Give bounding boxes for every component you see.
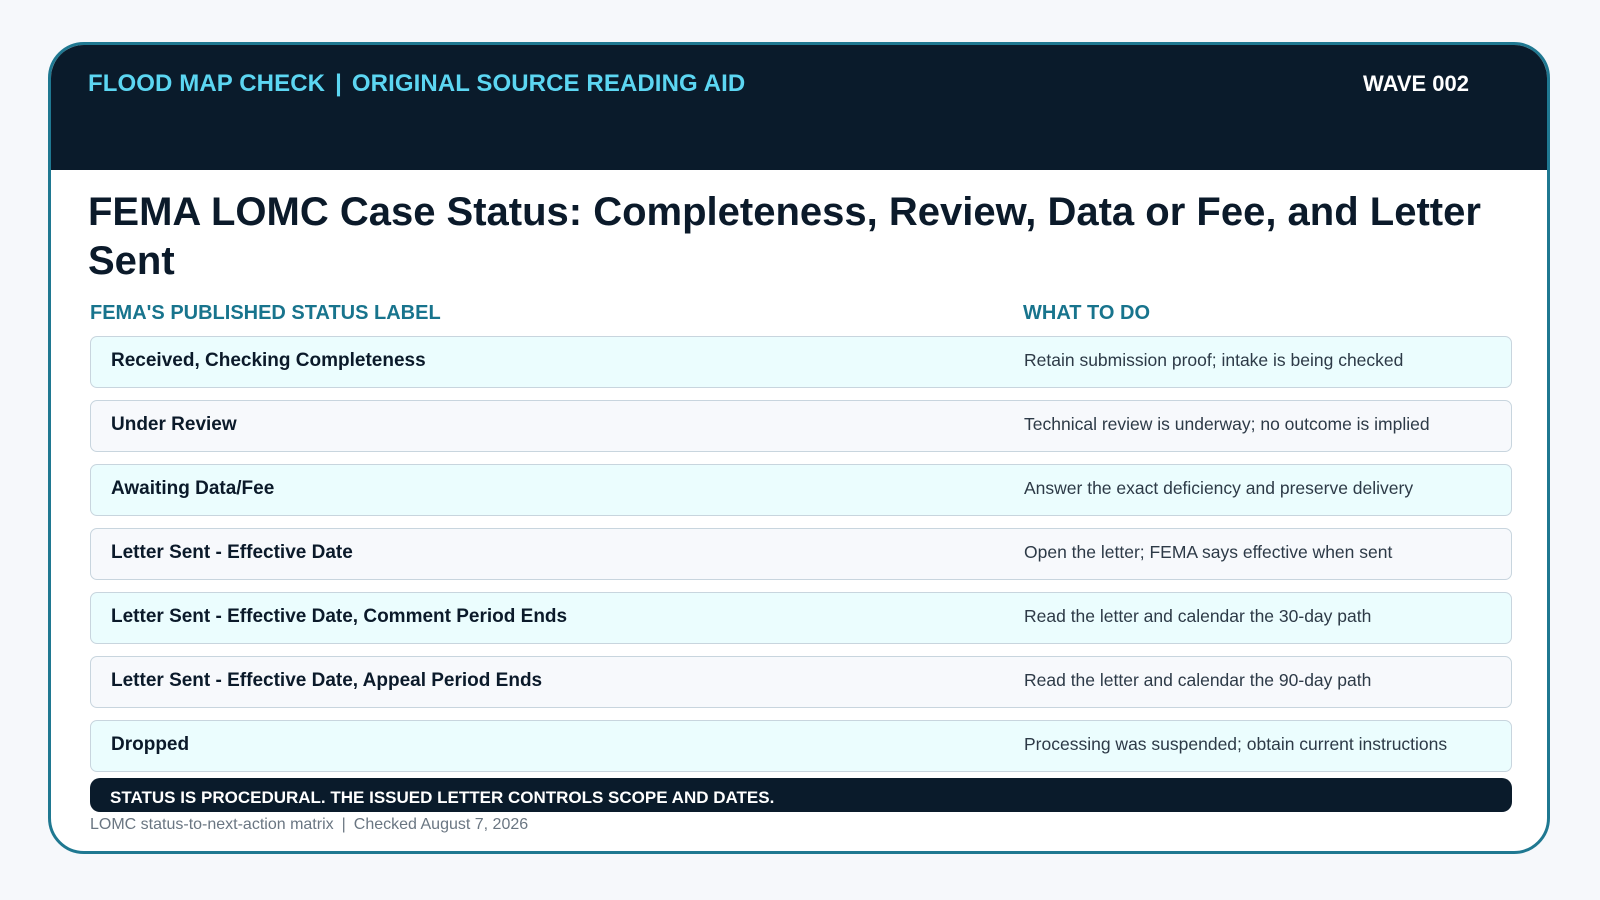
wave-label: WAVE 002 (1363, 71, 1469, 96)
header-bar: FLOOD MAP CHECK | ORIGINAL SOURCE READING … (51, 45, 1547, 170)
status-label: Letter Sent - Effective Date (111, 542, 353, 563)
status-label: Received, Checking Completeness (111, 350, 426, 371)
table-row: Received, Checking Completeness Retain s… (90, 336, 1512, 388)
header-separator: | (335, 70, 342, 97)
table-row: Awaiting Data/Fee Answer the exact defic… (90, 464, 1512, 516)
footer-left: LOMC status-to-next-action matrix (90, 816, 334, 833)
document-card: FLOOD MAP CHECK | ORIGINAL SOURCE READING … (48, 42, 1550, 854)
action-text: Retain submission proof; intake is being… (1024, 350, 1404, 370)
action-text: Processing was suspended; obtain current… (1024, 734, 1448, 754)
action-text: Answer the exact deficiency and preserve… (1024, 478, 1414, 498)
status-label: Dropped (111, 734, 190, 755)
table-row: Letter Sent - Effective Date, Comment Pe… (90, 592, 1512, 644)
status-label: Letter Sent - Effective Date, Appeal Per… (111, 670, 543, 691)
footer-right: Checked August 7, 2026 (353, 816, 529, 833)
action-text: Read the letter and calendar the 90-day … (1024, 670, 1372, 690)
header-right-title: ORIGINAL SOURCE READING AID (351, 70, 746, 97)
table-row: Letter Sent - Effective Date, Appeal Per… (90, 656, 1512, 708)
footer-separator: | (341, 816, 346, 833)
action-text: Open the letter; FEMA says effective whe… (1024, 542, 1393, 562)
table-row: Dropped Processing was suspended; obtain… (90, 720, 1512, 772)
footer-note: LOMC status-to-next-action matrix | Checke… (90, 816, 528, 834)
action-text: Read the letter and calendar the 30-day … (1024, 606, 1372, 626)
disclaimer-banner: STATUS IS PROCEDURAL. THE ISSUED LETTER … (90, 778, 1512, 812)
status-label: Under Review (111, 414, 237, 435)
status-label: Letter Sent - Effective Date, Comment Pe… (111, 606, 568, 627)
column-header-action: WHAT TO DO (1023, 302, 1151, 324)
table-row: Letter Sent - Effective Date Open the le… (90, 528, 1512, 580)
status-table: Received, Checking Completeness Retain s… (90, 336, 1512, 784)
table-row: Under Review Technical review is underwa… (90, 400, 1512, 452)
column-header-status: FEMA'S PUBLISHED STATUS LABEL (90, 302, 441, 324)
header-title: FLOOD MAP CHECK | ORIGINAL SOURCE READING … (88, 70, 745, 98)
page-title: FEMA LOMC Case Status: Completeness, Rev… (88, 190, 1481, 283)
header-left-title: FLOOD MAP CHECK (88, 70, 326, 97)
status-label: Awaiting Data/Fee (111, 478, 275, 499)
action-text: Technical review is underway; no outcome… (1024, 414, 1430, 434)
